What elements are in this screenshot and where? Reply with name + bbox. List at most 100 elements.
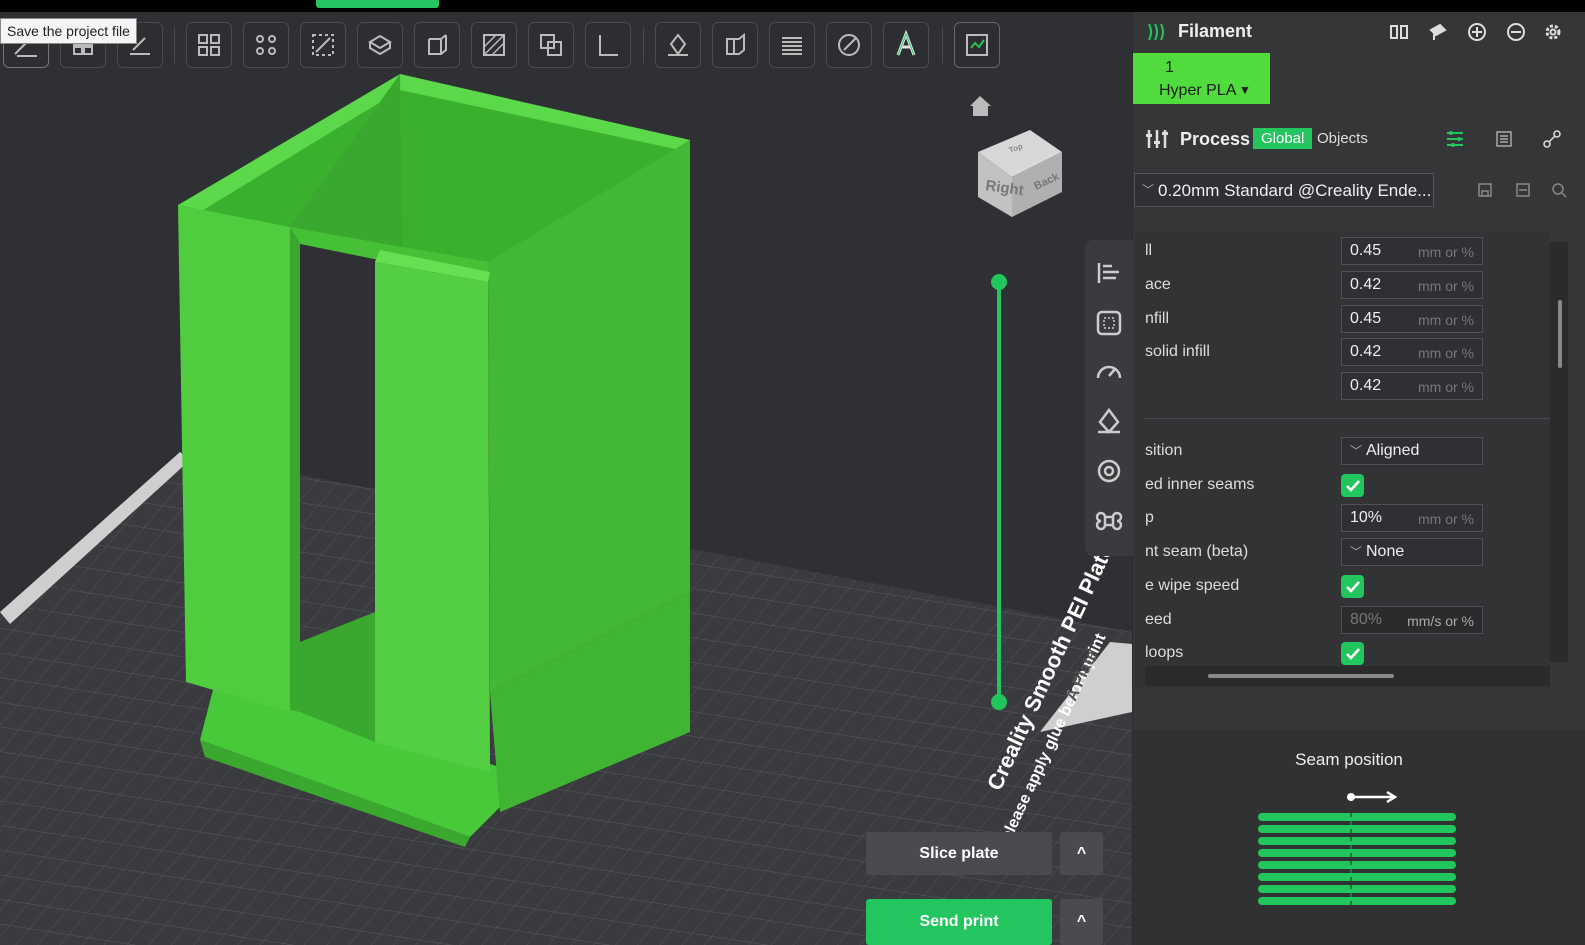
param-row: 0.42 mm or % — [1135, 369, 1550, 403]
grid-layout-button[interactable] — [186, 22, 232, 68]
param-row: sition ﹀ Aligned — [1135, 434, 1550, 468]
vertical-scrollbar[interactable] — [1550, 242, 1568, 662]
horizontal-scrollbar[interactable] — [1145, 666, 1550, 686]
active-tab-indicator[interactable] — [316, 0, 439, 8]
checkmark-icon — [1345, 479, 1360, 492]
seam-position-preview: Seam position — [1133, 730, 1585, 945]
filament-slot-name: Hyper PLA — [1159, 82, 1237, 99]
filament-slot-1[interactable]: 1 Hyper PLA ▼ — [1133, 53, 1270, 104]
remove-circle-icon[interactable] — [1506, 22, 1526, 42]
model-object[interactable] — [178, 74, 690, 847]
brush-icon[interactable] — [1428, 22, 1448, 42]
seam-paint-button[interactable] — [712, 22, 758, 68]
tab-objects[interactable]: Objects — [1317, 130, 1368, 147]
param-row: e wipe speed — [1135, 569, 1550, 603]
param-input-disabled: 80% mm/s or % — [1341, 606, 1483, 634]
sync-icon[interactable] — [1389, 22, 1409, 42]
search-icon[interactable] — [1551, 182, 1567, 198]
process-title: Process — [1180, 129, 1251, 149]
compare-icon[interactable] — [1543, 130, 1561, 148]
param-row: eed 80% mm/s or % — [1135, 603, 1550, 637]
lay-on-face-button[interactable] — [357, 22, 403, 68]
chevron-down-icon: ﹀ — [1142, 183, 1155, 197]
param-checkbox[interactable] — [1341, 474, 1364, 497]
slice-options-button[interactable]: ^ — [1060, 832, 1103, 875]
boolean-button[interactable] — [528, 22, 574, 68]
layer-slider-bottom-handle[interactable] — [991, 694, 1007, 710]
layers-button[interactable] — [769, 22, 815, 68]
tab-global[interactable]: Global — [1253, 128, 1313, 149]
viewport-side-tools — [1085, 240, 1133, 556]
view-cube[interactable]: Right Back Top — [978, 130, 1062, 217]
support-icon[interactable] — [1094, 406, 1124, 436]
assemble-button[interactable] — [954, 22, 1000, 68]
color-paint-button[interactable] — [826, 22, 872, 68]
scale-button[interactable] — [300, 22, 346, 68]
align-icon[interactable] — [1094, 258, 1124, 288]
list-icon[interactable] — [1495, 130, 1513, 148]
send-options-button[interactable]: ^ — [1060, 899, 1103, 945]
param-row: ace 0.42 mm or % — [1135, 268, 1550, 302]
param-input[interactable]: 10% mm or % — [1341, 504, 1483, 532]
target-icon[interactable] — [1094, 456, 1124, 486]
scale-icon — [312, 34, 334, 56]
divider — [1145, 418, 1550, 419]
param-select[interactable]: ﹀ Aligned — [1341, 437, 1483, 465]
param-input[interactable]: 0.45 mm or % — [1341, 305, 1483, 333]
param-row: solid infill 0.42 mm or % — [1135, 335, 1550, 369]
sliders-icon — [1146, 130, 1168, 148]
param-input[interactable]: 0.45 mm or % — [1341, 237, 1483, 265]
main-toolbar — [0, 17, 1010, 73]
cube-flat-icon — [368, 34, 392, 56]
seam-icon — [726, 32, 745, 55]
paint-support-button[interactable] — [471, 22, 517, 68]
speed-gauge-icon[interactable] — [1094, 358, 1124, 388]
ruler-icon — [599, 35, 618, 56]
param-row: nfill 0.45 mm or % — [1135, 302, 1550, 336]
add-circle-icon[interactable] — [1467, 22, 1487, 42]
scrollbar-thumb[interactable] — [1208, 674, 1394, 678]
scrollbar-thumb[interactable] — [1558, 300, 1562, 368]
process-preset-select[interactable]: ﹀ 0.20mm Standard @Creality Ende... — [1134, 173, 1434, 207]
text-tool-button[interactable] — [883, 22, 929, 68]
param-input[interactable]: 0.42 mm or % — [1341, 338, 1483, 366]
caret-down-icon[interactable]: ▼ — [1239, 83, 1251, 97]
filament-title: Filament — [1178, 21, 1253, 41]
param-row: ll 0.45 mm or % — [1135, 234, 1550, 268]
supports-button[interactable] — [655, 22, 701, 68]
slice-plate-button[interactable]: Slice plate — [866, 832, 1052, 875]
seam-preview-title: Seam position — [1295, 750, 1403, 769]
advanced-settings-icon[interactable] — [1445, 130, 1465, 148]
home-icon[interactable] — [970, 96, 991, 116]
param-input[interactable]: 0.42 mm or % — [1341, 372, 1483, 400]
boolean-icon — [540, 34, 562, 56]
param-select[interactable]: ﹀ None — [1341, 538, 1483, 566]
command-icon[interactable] — [1094, 506, 1124, 536]
measure-button[interactable] — [585, 22, 631, 68]
select-box-icon[interactable] — [1094, 308, 1124, 338]
puzzle-icon — [966, 34, 988, 56]
save-preset-icon[interactable] — [1477, 182, 1493, 198]
param-row: nt seam (beta) ﹀ None — [1135, 535, 1550, 569]
process-preset-label: 0.20mm Standard @Creality Ende... — [1158, 181, 1432, 200]
param-checkbox[interactable] — [1341, 642, 1364, 665]
param-checkbox[interactable] — [1341, 575, 1364, 598]
seam-illustration — [1258, 790, 1456, 905]
tooltip: Save the project file — [0, 18, 137, 44]
gear-icon[interactable] — [1543, 22, 1563, 42]
collapse-icon[interactable] — [1515, 182, 1531, 198]
param-row: ed inner seams — [1135, 468, 1550, 502]
param-row: p 10% mm or % — [1135, 501, 1550, 535]
3d-viewport[interactable]: Creality Smooth PEI Plate please apply g… — [0, 12, 1132, 945]
send-print-button[interactable]: Send print — [866, 899, 1052, 945]
toolbar-separator — [174, 27, 175, 63]
param-input[interactable]: 0.42 mm or % — [1341, 271, 1483, 299]
grid-icon — [198, 34, 220, 56]
layer-slider-top-handle[interactable] — [991, 274, 1007, 290]
parameter-list: ll 0.45 mm or % ace 0.42 mm or % nfill 0.45 mm… — [1135, 232, 1550, 688]
split-parts-button[interactable] — [243, 22, 289, 68]
cut-button[interactable] — [414, 22, 460, 68]
scene: Creality Smooth PEI Plate please apply g… — [0, 74, 1132, 945]
text-a-icon — [896, 30, 916, 56]
toolbar-separator — [942, 27, 943, 63]
